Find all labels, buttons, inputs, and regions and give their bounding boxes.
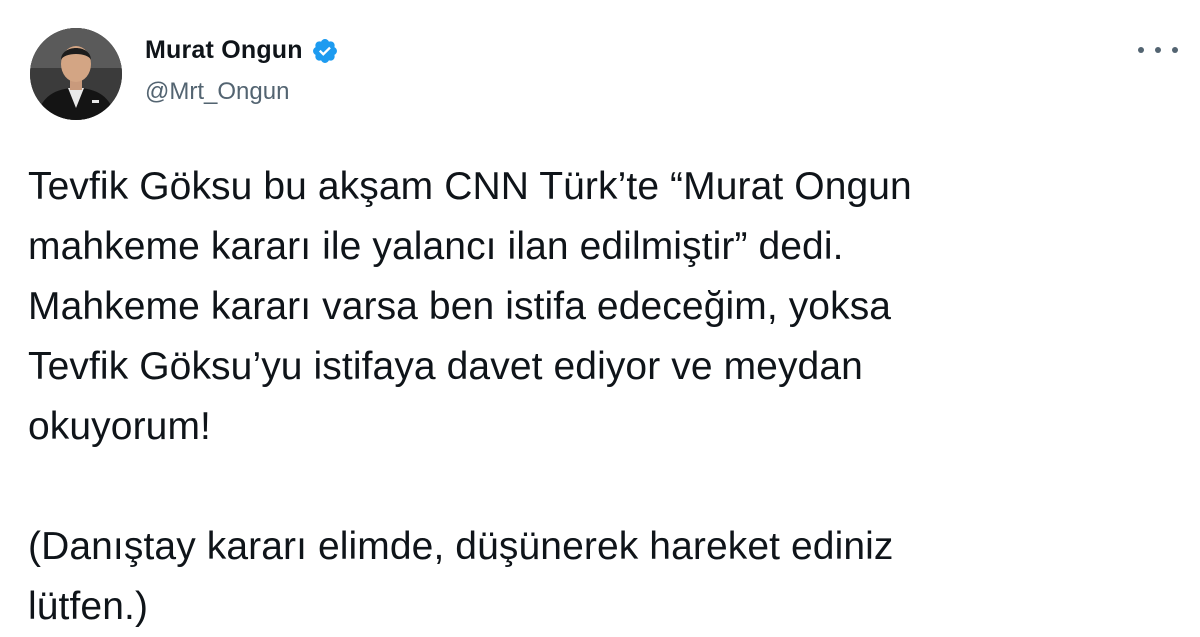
- author-display-name[interactable]: Murat Ongun: [145, 36, 303, 65]
- avatar[interactable]: [30, 28, 122, 120]
- tweet-line: mahkeme kararı ile yalancı ilan edilmişt…: [28, 225, 844, 268]
- dot: [1138, 47, 1144, 53]
- tweet-line: Mahkeme kararı varsa ben istifa edeceğim…: [28, 285, 892, 328]
- verified-badge-icon: [311, 37, 339, 65]
- tweet-text: Tevfik Göksu bu akşam CNN Türk’te “Murat…: [28, 157, 1178, 637]
- more-options-icon[interactable]: [1138, 38, 1178, 62]
- tweet-note-line: (Danıştay kararı elimde, düşünerek harek…: [28, 525, 894, 568]
- tweet-line: Tevfik Göksu’yu istifaya davet ediyor ve…: [28, 345, 863, 388]
- tweet-line: Tevfik Göksu bu akşam CNN Türk’te “Murat…: [28, 165, 912, 208]
- profile-photo: [30, 28, 122, 120]
- tweet-line: okuyorum!: [28, 405, 211, 448]
- dot: [1155, 47, 1161, 53]
- author-name-row: Murat Ongun: [145, 36, 339, 65]
- tweet-note-line: lütfen.): [28, 585, 149, 628]
- tweet-card: Murat Ongun @Mrt_Ongun Tevfik Göksu bu a…: [0, 0, 1200, 629]
- dot: [1172, 47, 1178, 53]
- author-handle[interactable]: @Mrt_Ongun: [145, 78, 289, 106]
